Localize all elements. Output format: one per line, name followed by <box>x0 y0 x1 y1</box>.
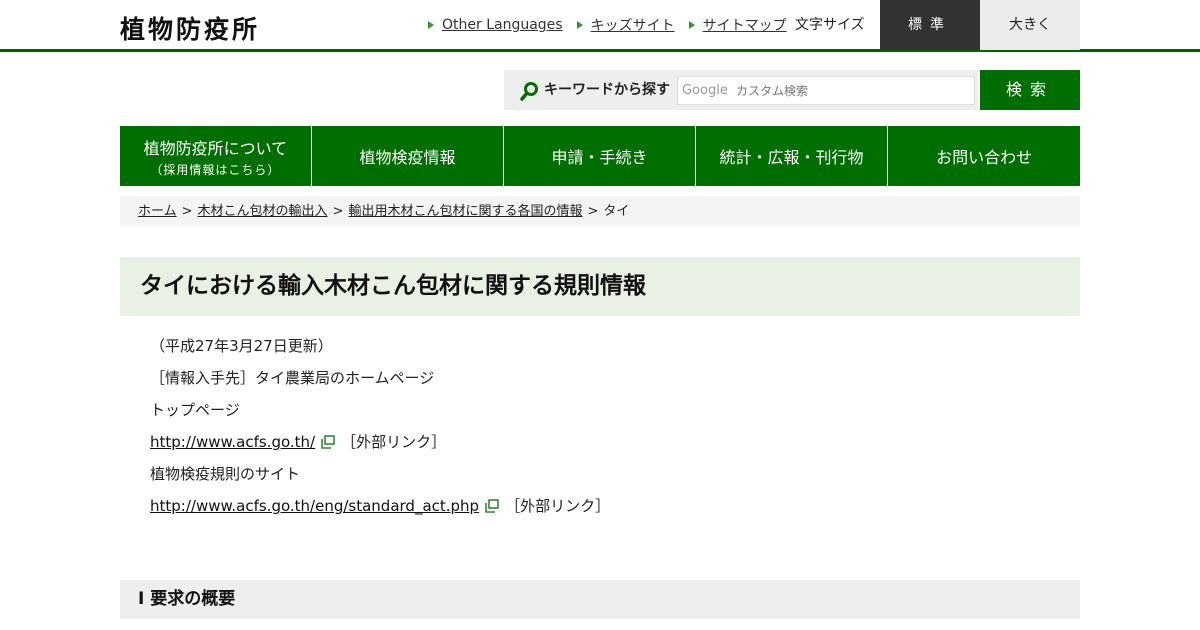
nav-item-label: 植物防疫所について <box>143 138 288 158</box>
top-page-link-row: http://www.acfs.go.th/ ［外部リンク］ <box>150 430 1050 462</box>
nav-item-label: 統計・広報・刊行物 <box>719 148 864 167</box>
kids-site-label: キッズサイト <box>590 18 675 34</box>
top-page-url-link[interactable]: http://www.acfs.go.th/ <box>150 433 315 451</box>
external-link-note: ［外部リンク］ <box>341 433 447 451</box>
nav-item-about[interactable]: 植物防疫所について （採用情報はこちら） <box>120 126 311 186</box>
page-title-banner: タイにおける輸入木材こん包材に関する規則情報 <box>120 257 1080 316</box>
nav-item-label: 植物検疫情報 <box>359 148 456 167</box>
search-panel: キーワードから探す Google <box>504 70 978 110</box>
kids-site-link[interactable]: キッズサイト <box>576 15 675 35</box>
nav-item-applications[interactable]: 申請・手続き <box>504 126 695 186</box>
external-link-icon <box>485 499 499 513</box>
other-languages-label: Other Languages <box>442 17 563 33</box>
nav-item-label: お問い合わせ <box>936 148 1033 167</box>
breadcrumb-separator: > <box>181 204 193 219</box>
other-languages-link[interactable]: Other Languages <box>428 17 563 33</box>
utility-links: Other Languages キッズサイト サイトマップ <box>428 0 801 50</box>
font-size-standard-button[interactable]: 標準 <box>880 0 980 50</box>
nav-item-quarantine-info[interactable]: 植物検疫情報 <box>312 126 503 186</box>
font-size-large-button[interactable]: 大きく <box>980 0 1080 50</box>
breadcrumb-country-info-link[interactable]: 輸出用木材こん包材に関する各国の情報 <box>348 204 582 219</box>
breadcrumb-separator: > <box>587 204 599 219</box>
section-title: Ⅰ 要求の概要 <box>138 589 236 609</box>
page-title: タイにおける輸入木材こん包材に関する規則情報 <box>140 273 646 299</box>
search-icon <box>520 82 538 101</box>
breadcrumb-current: タイ <box>603 204 630 219</box>
arrow-bullet-icon <box>576 21 583 29</box>
main-content: （平成27年3月27日更新） ［情報入手先］タイ農業局のホームページ トップペー… <box>150 334 1050 526</box>
breadcrumb: ホーム > 木材こん包材の輸出入 > 輸出用木材こん包材に関する各国の情報 > タイ <box>120 196 1080 227</box>
sitemap-link[interactable]: サイトマップ <box>688 15 787 35</box>
breadcrumb-separator: > <box>332 204 344 219</box>
breadcrumb-home-link[interactable]: ホーム <box>138 204 177 219</box>
external-link-icon <box>321 435 335 449</box>
google-logo: Google <box>682 83 728 98</box>
site-title[interactable]: 植物防疫所 <box>120 10 260 46</box>
regulation-url-link[interactable]: http://www.acfs.go.th/eng/standard_act.p… <box>150 497 479 515</box>
site-header: 植物防疫所 Other Languages キッズサイト サイトマップ 文字サイ… <box>0 0 1200 52</box>
font-size-label: 文字サイズ <box>795 17 865 33</box>
external-link-note: ［外部リンク］ <box>505 497 611 515</box>
source-info: ［情報入手先］タイ農業局のホームページ <box>150 369 435 387</box>
global-nav: 植物防疫所について （採用情報はこちら） 植物検疫情報 申請・手続き 統計・広報… <box>120 126 1080 186</box>
arrow-bullet-icon <box>428 21 434 29</box>
updated-date: （平成27年3月27日更新） <box>150 337 333 355</box>
section-heading-bar: Ⅰ 要求の概要 <box>120 580 1080 619</box>
top-page-label: トップページ <box>150 401 240 419</box>
search-label: キーワードから探す <box>544 82 670 98</box>
nav-item-sublabel: （採用情報はこちら） <box>150 162 281 177</box>
sitemap-label: サイトマップ <box>702 18 787 34</box>
regulation-label: 植物検疫規則のサイト <box>150 465 301 483</box>
breadcrumb-wood-packaging-link[interactable]: 木材こん包材の輸出入 <box>198 204 328 219</box>
nav-item-statistics[interactable]: 統計・広報・刊行物 <box>696 126 887 186</box>
nav-item-label: 申請・手続き <box>551 148 648 167</box>
nav-item-contact[interactable]: お問い合わせ <box>888 126 1080 186</box>
arrow-bullet-icon <box>688 21 695 29</box>
search-button[interactable]: 検索 <box>980 70 1080 110</box>
regulation-link-row: http://www.acfs.go.th/eng/standard_act.p… <box>150 494 1050 526</box>
